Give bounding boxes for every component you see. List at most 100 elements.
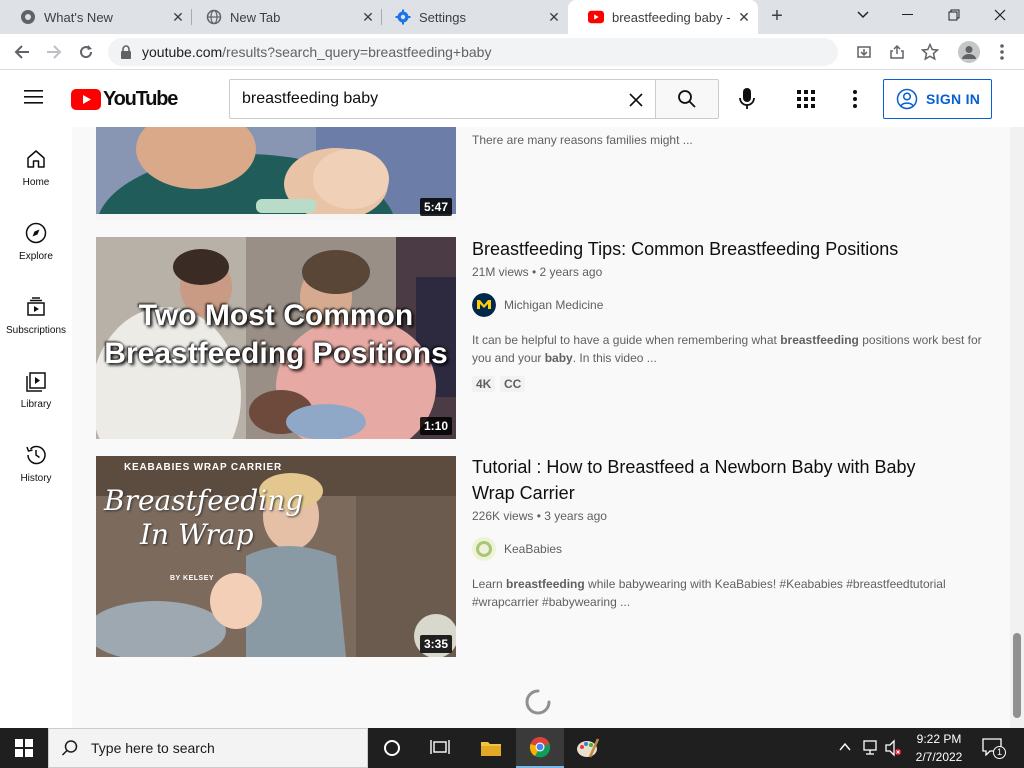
search-input[interactable] <box>242 80 622 118</box>
channel-name: KeaBabies <box>504 542 563 556</box>
scrollbar-thumb[interactable] <box>1013 633 1021 718</box>
clock-date: 2/7/2022 <box>915 750 963 764</box>
desc-highlight: breastfeeding <box>506 577 585 591</box>
channel-avatar <box>472 537 496 561</box>
tab-label: New Tab <box>230 9 281 25</box>
tab-new-tab[interactable]: New Tab ✕ <box>186 0 382 34</box>
new-tab-button[interactable]: + <box>766 5 788 27</box>
desc-text: . In this video ... <box>572 351 657 365</box>
clock-time: 9:22 PM <box>916 732 962 746</box>
guide-label: Explore <box>19 251 53 262</box>
gear-icon <box>395 9 411 25</box>
guide-item-library[interactable]: Library <box>0 349 72 423</box>
notification-count: 1 <box>993 746 1006 759</box>
bookmark-star-icon[interactable] <box>920 42 940 66</box>
apps-grid-icon[interactable] <box>797 90 817 110</box>
home-icon <box>27 150 45 168</box>
back-arrow-icon[interactable] <box>10 40 34 64</box>
channel-info[interactable]: Michigan Medicine <box>472 293 603 317</box>
history-icon <box>26 445 46 465</box>
minimize-button[interactable] <box>886 0 930 30</box>
tab-youtube-search[interactable]: breastfeeding baby - Y ✕ <box>568 0 758 34</box>
lock-icon[interactable] <box>120 45 132 64</box>
search-results: 5:47 There are many reasons families mig… <box>72 127 1010 728</box>
reload-icon[interactable] <box>74 40 98 64</box>
chrome-menu-icon[interactable] <box>994 42 1010 62</box>
install-app-icon[interactable] <box>856 44 872 65</box>
chrome-taskbar-icon[interactable] <box>516 728 564 768</box>
tab-label: breastfeeding baby - Y <box>612 9 732 25</box>
close-tab-icon[interactable]: ✕ <box>170 9 186 25</box>
close-tab-icon[interactable]: ✕ <box>736 9 752 25</box>
loading-spinner-icon <box>524 688 552 716</box>
tray-chevron-up-icon[interactable] <box>838 740 852 759</box>
video-thumbnail[interactable]: KEABABIES WRAP CARRIER Breastfeeding In … <box>96 456 456 657</box>
sign-in-label: SIGN IN <box>926 91 981 107</box>
restore-button[interactable] <box>932 0 976 30</box>
desc-text: It can be helpful to have a guide when r… <box>472 333 781 347</box>
notification-center-icon[interactable]: 1 <box>982 738 1006 759</box>
tab-search-chevron-icon[interactable] <box>841 0 885 30</box>
thumbnail-image <box>96 127 456 220</box>
account-circle-icon <box>896 88 918 110</box>
search-box[interactable] <box>229 79 656 119</box>
thumbnail-byline: BY KELSEY <box>170 575 215 582</box>
url-path: /results?search_query=breastfeeding+baby <box>222 44 492 60</box>
youtube-logo[interactable]: YouTube <box>71 88 178 111</box>
tab-settings[interactable]: Settings ✕ <box>375 0 568 34</box>
badge-cc: CC <box>500 376 526 392</box>
file-explorer-icon[interactable] <box>467 728 515 768</box>
windows-start-icon[interactable] <box>0 728 48 768</box>
taskbar-clock[interactable]: 9:22 PM 2/7/2022 <box>900 730 978 766</box>
video-thumbnail[interactable]: Two Most Common Breastfeeding Positions … <box>96 237 456 439</box>
settings-more-icon[interactable] <box>847 89 863 109</box>
tab-whats-new[interactable]: What's New ✕ <box>0 0 192 34</box>
thumbnail-text-line: In Wrap <box>140 518 254 551</box>
desc-highlight: breastfeeding <box>780 333 859 347</box>
browser-toolbar: youtube.com/results?search_query=breastf… <box>0 34 1024 70</box>
guide-item-subscriptions[interactable]: Subscriptions <box>0 275 72 349</box>
youtube-logo-icon <box>71 89 101 110</box>
clear-search-icon[interactable] <box>628 92 644 113</box>
profile-avatar-icon[interactable] <box>958 41 980 63</box>
chrome-icon <box>20 9 36 25</box>
forward-arrow-icon[interactable] <box>42 40 66 64</box>
youtube-icon <box>588 9 604 25</box>
youtube-logo-text: YouTube <box>103 88 178 110</box>
video-duration: 1:10 <box>419 417 452 435</box>
paint-app-icon[interactable] <box>564 728 612 768</box>
windows-taskbar: Type here to search 9:22 PM 2/7/2022 1 <box>0 728 1024 768</box>
globe-icon <box>206 9 222 25</box>
search-button[interactable] <box>655 79 719 119</box>
video-title[interactable]: Tutorial : How to Breastfeed a Newborn B… <box>472 454 932 506</box>
thumbnail-text-line: Breastfeeding Positions <box>104 337 448 370</box>
task-view-icon[interactable] <box>416 728 464 768</box>
guide-item-home[interactable]: Home <box>0 127 72 201</box>
video-meta: 226K views • 3 years ago <box>472 509 607 523</box>
youtube-masthead: YouTube SIGN IN <box>0 70 1024 127</box>
tab-label: What's New <box>44 9 113 25</box>
video-duration: 3:35 <box>419 635 452 653</box>
video-title[interactable]: Breastfeeding Tips: Common Breastfeeding… <box>472 236 932 262</box>
network-icon[interactable] <box>861 739 879 762</box>
sign-in-button[interactable]: SIGN IN <box>883 79 992 119</box>
url-host: youtube.com <box>142 44 223 60</box>
channel-info[interactable]: KeaBabies <box>472 537 562 561</box>
guide-item-explore[interactable]: Explore <box>0 201 72 275</box>
video-thumbnail[interactable]: 5:47 <box>96 127 456 220</box>
close-tab-icon[interactable]: ✕ <box>546 9 562 25</box>
guide-item-history[interactable]: History <box>0 423 72 497</box>
close-tab-icon[interactable]: ✕ <box>360 9 376 25</box>
microphone-icon[interactable] <box>735 86 759 112</box>
hamburger-menu-icon[interactable] <box>24 88 46 108</box>
close-window-button[interactable] <box>978 0 1022 30</box>
video-description: It can be helpful to have a guide when r… <box>472 331 992 367</box>
page-scrollbar[interactable] <box>1010 127 1024 728</box>
video-description: Learn breastfeeding while babywearing wi… <box>472 575 992 611</box>
share-icon[interactable] <box>889 44 905 65</box>
cortana-icon[interactable] <box>368 728 416 768</box>
taskbar-search-placeholder: Type here to search <box>91 740 215 756</box>
taskbar-search-box[interactable]: Type here to search <box>48 728 368 768</box>
guide-sidebar: Home Explore Subscriptions Library Histo… <box>0 127 72 728</box>
address-bar[interactable]: youtube.com/results?search_query=breastf… <box>108 38 940 66</box>
